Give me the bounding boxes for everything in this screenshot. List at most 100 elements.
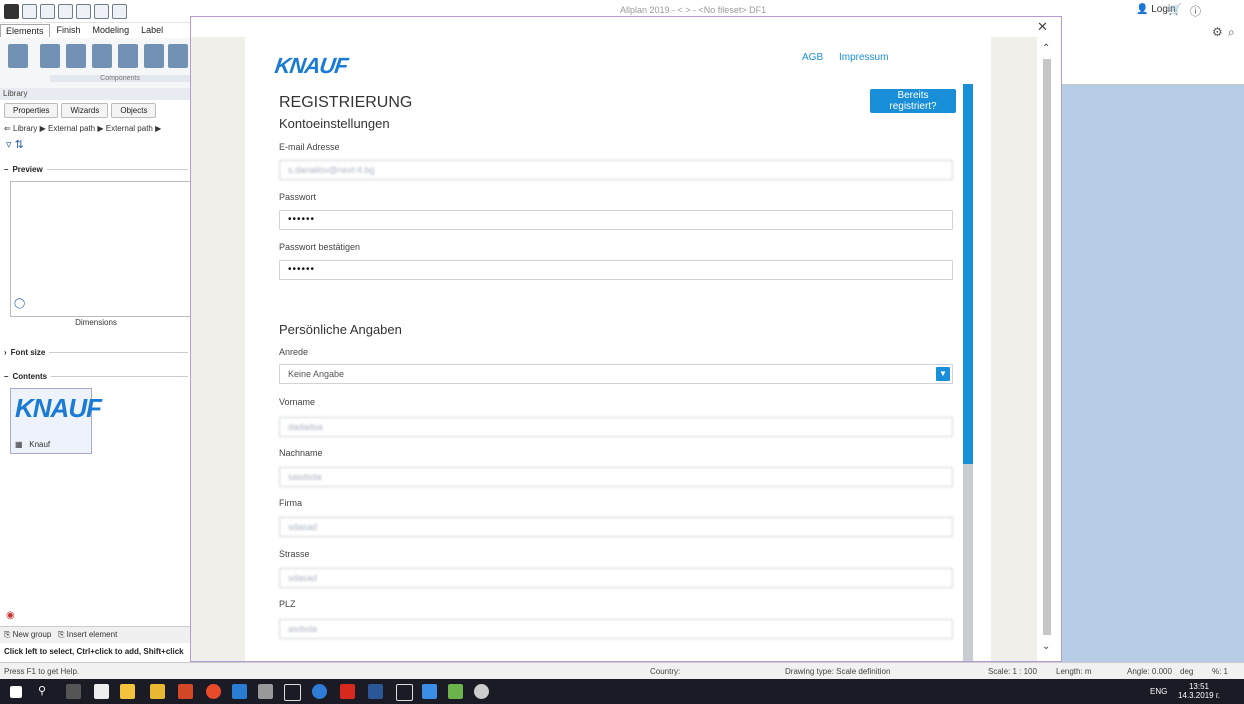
app-icon-4[interactable] [474,684,489,699]
chevron-down-icon[interactable]: ▼ [936,367,950,381]
file-explorer-icon[interactable] [120,684,135,699]
status-drawing-type[interactable]: Drawing type: Scale definition [785,667,890,676]
already-registered-button[interactable]: Bereits registriert? [870,89,956,113]
quick-access-toolbar[interactable] [4,3,127,19]
tab-modeling[interactable]: Modeling [88,24,135,36]
acrobat-icon[interactable] [340,684,355,699]
status-country: Country: [650,667,681,676]
dialog-scrollbar[interactable]: ⌃ ⌄ [1037,37,1057,661]
save-icon[interactable] [58,3,73,19]
search-icon[interactable]: ⌕ [1228,25,1235,40]
scrollbar-track[interactable] [1043,59,1051,635]
undo-icon[interactable] [76,3,91,19]
skype-icon[interactable] [312,684,327,699]
form-scroll-thumb[interactable] [963,84,973,464]
grid-tool-icon[interactable] [168,44,188,68]
cart-icon[interactable]: 🛒 [1168,3,1182,16]
door-tool-icon[interactable] [66,44,86,68]
status-scale[interactable]: Scale: 1 : 100 [988,667,1037,676]
tab-elements[interactable]: Elements [0,23,50,37]
dialog-left-margin [191,37,245,661]
word-icon[interactable] [368,684,383,699]
new-group-button[interactable]: ⎘ New group [4,630,51,639]
library-tool-icon[interactable] [8,44,28,68]
scrollbar-thumb[interactable] [1043,59,1051,635]
tab-properties[interactable]: Properties [4,103,59,118]
tab-wizards[interactable]: Wizards [61,103,109,118]
nachname-field[interactable]: sasdsda [279,467,953,487]
allplan-app-icon[interactable] [4,3,19,19]
filter-icon[interactable]: ▿ ⇅ [6,138,24,151]
library-hint: Click left to select, Ctrl+click to add,… [4,647,184,656]
email-label: E-mail Adresse [279,142,340,152]
monitor-icon[interactable] [258,684,273,699]
search-icon[interactable]: ⚲ [38,684,53,699]
form-scroll-track[interactable] [963,464,973,661]
knauf-tile-logo: KNAUF [15,393,102,423]
status-angle[interactable]: Angle: 0.000 [1127,667,1172,676]
clock[interactable]: 13:51 14.3.2019 г. [1178,682,1220,700]
tab-finish[interactable]: Finish [52,24,86,36]
password-label: Passwort [279,192,317,202]
impressum-link[interactable]: Impressum [839,52,888,63]
drawing-canvas[interactable] [1060,22,1244,662]
preview-section[interactable]: – Preview [4,165,188,174]
status-length[interactable]: Length: m [1056,667,1092,676]
app-icon[interactable] [150,684,165,699]
library-status-icon[interactable]: ◉ [6,610,15,621]
mail-icon[interactable] [94,684,109,699]
preview-label: Preview [12,165,43,174]
app-icon-2[interactable] [422,684,437,699]
chevron-down-icon[interactable]: ⌄ [1042,641,1050,652]
wall-tool-icon[interactable] [144,44,164,68]
contents-label: Contents [12,372,48,381]
tools-icon[interactable] [112,3,127,19]
window-title: Allplan 2019 - < > - <No fileset> DF1 [620,5,767,15]
language-indicator[interactable]: ENG [1150,687,1167,696]
agb-link[interactable]: AGB [802,52,823,63]
tab-objects[interactable]: Objects [111,103,157,118]
stair-tool-icon[interactable] [118,44,138,68]
status-help: Press F1 to get Help. [4,667,80,676]
anrede-select[interactable]: Keine Angabe ▼ [279,364,953,384]
chrome-icon[interactable] [206,684,221,699]
font-size-section[interactable]: › Font size [4,348,188,357]
email-field[interactable]: s.danailov@next-it.bg [279,160,953,180]
tab-label[interactable]: Label [136,24,168,36]
status-percent[interactable]: %: 1 [1212,667,1228,676]
insert-element-button[interactable]: ⎘ Insert element [58,630,117,639]
app-icon-3[interactable] [448,684,463,699]
start-icon[interactable] [10,686,22,698]
office-icon[interactable] [178,684,193,699]
library-header: Library [0,88,195,100]
column-tool-icon[interactable] [92,44,112,68]
font-size-label: Font size [10,348,46,357]
allplan-taskbar-icon-2[interactable] [396,684,413,701]
library-path-text: Library ▶ External path ▶ External path … [12,124,162,133]
app-blue-icon[interactable] [232,684,247,699]
personal-section-title: Persönliche Angaben [279,322,402,337]
new-file-icon[interactable] [22,3,37,19]
window-tool-icon[interactable] [40,44,60,68]
allplan-taskbar-icon[interactable] [284,684,301,701]
library-breadcrumb[interactable]: ⇐ Library ▶ External path ▶ External pat… [4,124,161,133]
password-field[interactable]: •••••• [279,210,953,230]
chevron-up-icon[interactable]: ⌃ [1042,43,1050,54]
contents-section[interactable]: – Contents [4,372,188,381]
knauf-library-tile[interactable]: KNAUF ▦ Knauf [10,388,102,454]
firma-field[interactable]: sdasad [279,517,953,537]
task-view-icon[interactable] [66,684,81,699]
anrede-value: Keine Angabe [288,369,345,379]
open-file-icon[interactable] [40,3,55,19]
plz-field[interactable]: asdsda [279,619,953,639]
strasse-field[interactable]: sdasad [279,568,953,588]
redo-icon[interactable] [94,3,109,19]
help-icon[interactable]: ⓘ [1190,3,1201,19]
vorname-field[interactable]: dadadsa [279,417,953,437]
password-confirm-field[interactable]: •••••• [279,260,953,280]
status-angle-unit[interactable]: deg [1180,667,1193,676]
close-icon[interactable]: ✕ [1037,19,1048,35]
gear-icon[interactable]: ⚙ [1212,25,1223,39]
preview-settings-icon[interactable]: ◯ [14,298,25,309]
account-section-title: Kontoeinstellungen [279,116,390,131]
